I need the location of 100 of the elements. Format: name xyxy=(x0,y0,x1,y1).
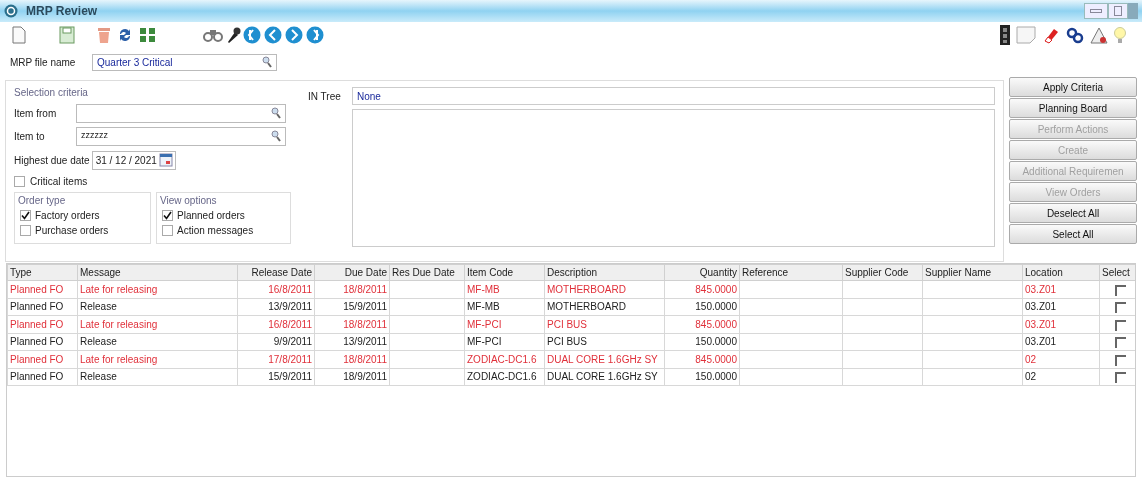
calendar-icon xyxy=(158,153,173,167)
table-cell: Late for releasing xyxy=(80,283,158,295)
table-cell: 9/9/2011 xyxy=(273,336,312,348)
table-cell: 16/8/2011 xyxy=(268,283,312,295)
table-cell: PCI BUS xyxy=(547,336,587,348)
window-title: MRP Review xyxy=(26,3,98,20)
table-cell: Late for releasing xyxy=(80,353,158,365)
field-label: Highest due date xyxy=(14,153,90,168)
in-tree-field[interactable]: None xyxy=(352,87,995,105)
checkbox[interactable] xyxy=(162,225,173,236)
checkbox[interactable] xyxy=(1115,354,1126,366)
field-label: Item to xyxy=(14,129,46,144)
table-cell: 16/8/2011 xyxy=(268,318,312,330)
column-header[interactable]: Supplier Code xyxy=(842,264,923,281)
table-cell: Planned FO xyxy=(10,318,64,330)
column-header[interactable]: Item Code xyxy=(464,264,545,281)
table-cell: 845.0000 xyxy=(695,283,737,295)
item-from-field[interactable] xyxy=(76,103,286,123)
table-cell: 03.Z01 xyxy=(1025,301,1057,313)
checkbox[interactable] xyxy=(20,210,31,221)
column-header[interactable]: Release Date xyxy=(237,264,315,281)
table-cell: PCI BUS xyxy=(547,318,587,330)
grid-icon[interactable] xyxy=(139,26,157,44)
search-icon xyxy=(262,56,272,68)
table-cell: MOTHERBOARD xyxy=(547,301,626,313)
trash-icon[interactable] xyxy=(97,26,111,44)
table-cell: MF-MB xyxy=(467,301,500,313)
maximize-button[interactable] xyxy=(1108,3,1128,19)
table-cell: Release xyxy=(80,336,117,348)
column-header[interactable]: Type xyxy=(7,264,78,281)
table-cell: 13/9/2011 xyxy=(343,336,387,348)
item-to-field[interactable]: zzzzzz xyxy=(76,126,286,146)
column-header[interactable]: Res Due Date xyxy=(389,264,465,281)
group-title: Order type xyxy=(18,194,67,208)
checkbox-label: Critical items xyxy=(30,174,88,189)
save-icon[interactable] xyxy=(59,26,75,44)
refresh-icon[interactable] xyxy=(117,26,133,44)
table-cell: 15/9/2011 xyxy=(343,301,387,313)
checkbox[interactable] xyxy=(1115,337,1126,349)
date-field[interactable]: 31 / 12 / 2021 xyxy=(91,150,176,170)
film-strip-icon[interactable] xyxy=(1000,25,1010,45)
last-icon[interactable] xyxy=(306,26,324,44)
field-label: Item from xyxy=(14,106,58,121)
table-cell: 18/8/2011 xyxy=(343,353,387,365)
checkbox[interactable] xyxy=(1115,284,1126,296)
eraser-icon[interactable] xyxy=(1042,26,1060,44)
checkbox[interactable] xyxy=(162,210,173,221)
column-header[interactable]: Message xyxy=(77,264,238,281)
column-header[interactable]: Quantity xyxy=(664,264,740,281)
action-button[interactable]: Apply Criteria xyxy=(1009,77,1137,97)
table-cell: 13/9/2011 xyxy=(268,301,312,313)
table-cell: DUAL CORE 1.6GHz SY xyxy=(547,353,658,365)
table-cell: 03.Z01 xyxy=(1025,283,1057,295)
table-cell: 845.0000 xyxy=(695,318,737,330)
action-button[interactable]: Select All xyxy=(1009,224,1137,244)
table-cell: 15/9/2011 xyxy=(268,371,312,383)
table-cell: MF-PCI xyxy=(467,336,502,348)
minimize-button[interactable] xyxy=(1084,3,1108,19)
table-cell: ZODIAC-DC1.6 xyxy=(467,371,537,383)
table-cell: DUAL CORE 1.6GHz SY xyxy=(547,371,658,383)
field-label: IN Tree xyxy=(308,89,342,104)
previous-icon[interactable] xyxy=(264,26,282,44)
checkbox[interactable] xyxy=(14,175,25,187)
checkbox[interactable] xyxy=(20,225,31,236)
checkbox-label: Factory orders xyxy=(35,209,100,223)
checkbox[interactable] xyxy=(1115,372,1126,384)
new-document-icon[interactable] xyxy=(12,26,26,44)
next-icon[interactable] xyxy=(285,26,303,44)
table-cell: Planned FO xyxy=(10,371,64,383)
column-header[interactable]: Location xyxy=(1022,264,1100,281)
checkbox[interactable] xyxy=(1115,319,1126,331)
app-logo-icon xyxy=(4,4,18,18)
action-button[interactable]: Planning Board xyxy=(1009,98,1137,118)
checkbox-label: Action messages xyxy=(177,224,254,238)
table-cell: Release xyxy=(80,301,117,313)
action-button[interactable]: Deselect All xyxy=(1009,203,1137,223)
file-name-field[interactable]: Quarter 3 Critical xyxy=(92,53,277,71)
checkbox[interactable] xyxy=(1115,302,1126,314)
binoculars-icon[interactable] xyxy=(203,27,223,43)
table-cell: 845.0000 xyxy=(695,353,737,365)
table-cell: 18/8/2011 xyxy=(343,318,387,330)
note-icon[interactable] xyxy=(1016,26,1036,44)
table-cell: 150.0000 xyxy=(695,301,737,313)
search-icon xyxy=(271,107,281,119)
warning-icon[interactable] xyxy=(1090,26,1108,44)
table-cell: 02 xyxy=(1025,371,1037,383)
first-icon[interactable] xyxy=(243,26,261,44)
table-cell: Release xyxy=(80,371,117,383)
checkbox-label: Planned orders xyxy=(177,209,245,223)
table-cell: 03.Z01 xyxy=(1025,318,1057,330)
lightbulb-icon[interactable] xyxy=(1114,26,1126,44)
column-header[interactable]: Select xyxy=(1099,264,1135,281)
link-icon[interactable] xyxy=(1066,26,1084,44)
column-header[interactable]: Description xyxy=(544,264,665,281)
table-cell: Planned FO xyxy=(10,336,64,348)
column-header[interactable]: Due Date xyxy=(314,264,390,281)
column-header[interactable]: Supplier Name xyxy=(922,264,1023,281)
table-cell: 03.Z01 xyxy=(1025,336,1057,348)
column-header[interactable]: Reference xyxy=(739,264,843,281)
table-cell: MF-PCI xyxy=(467,318,502,330)
